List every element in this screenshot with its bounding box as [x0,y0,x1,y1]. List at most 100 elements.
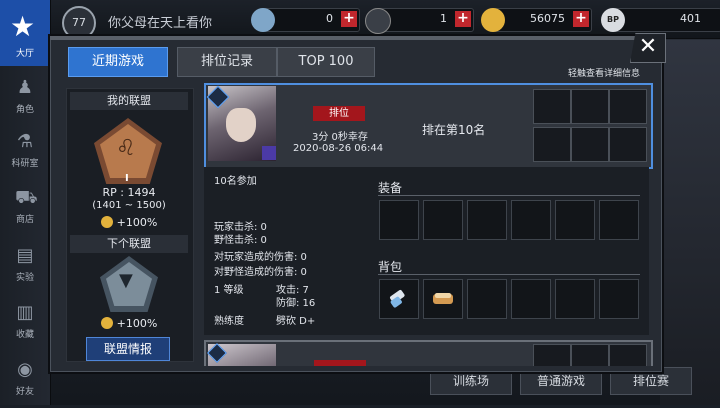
add-gold-button[interactable]: + [573,11,589,27]
team-slot [571,127,609,162]
nav-characters[interactable]: ♟ 角色 [0,70,50,126]
equipment-heading: 装备 [378,181,403,195]
equipment-divider [378,195,640,196]
match-card-next[interactable] [204,340,653,366]
wolf-icon: ▼ [119,270,133,291]
nav-friends[interactable]: ◉ 好友 [0,352,50,408]
add-crystal-button[interactable]: + [341,11,357,27]
bp-icon: BP [601,8,625,32]
bag-slot[interactable] [379,279,419,319]
mastery-label: 熟练度 [214,316,244,327]
bag-divider [378,274,640,275]
nav-lobby[interactable]: ★ 大厅 [0,0,50,66]
nav-experiment-label: 实验 [15,273,34,283]
coin-icon [100,317,113,329]
nav-shop-label: 商店 [15,215,34,225]
tab-top100[interactable]: TOP 100 [277,47,375,77]
books-icon: ▤ [16,245,34,266]
book-open-icon: ▥ [16,302,34,323]
bp-value: 401 [680,12,701,25]
equipment-slot[interactable] [423,200,463,240]
team-slot [533,89,571,124]
character-face [226,108,256,142]
equipment-slot[interactable] [511,200,551,240]
ranked-mode-badge: 排位 [313,106,365,121]
nav-lab-label: 科研室 [11,159,39,169]
character-level: 1 等级 [214,285,244,296]
monster-kills: 野怪击杀: 0 [214,235,267,246]
bonus-current: +100% [70,216,188,229]
right-background-art [660,40,720,405]
equipment-slot[interactable] [599,200,639,240]
nav-collection-label: 收藏 [15,330,34,340]
player-level-badge[interactable]: 77 [62,6,96,40]
equipment-slot[interactable] [467,200,507,240]
close-button[interactable]: ✕ [630,33,666,63]
team-slot [571,344,609,366]
cart-icon: ⛟ [15,187,38,208]
my-alliance-title: 我的联盟 [70,92,188,110]
participants: 10名参加 [214,176,257,187]
bag-slot[interactable] [467,279,507,319]
team-slot [571,89,609,124]
crystal-icon [251,8,275,32]
left-nav: ★ 大厅 ♟ 角色 ⚗ 科研室 ⛟ 商店 ▤ 实验 ▥ 收藏 ◉ 好友 [0,0,51,405]
defense-stat: 防御: 16 [276,298,316,309]
bread-icon [433,293,453,304]
resource-gold: 56075 + [481,8,592,32]
resource-bp: BP 401 [601,8,720,32]
bag-slot[interactable] [423,279,463,319]
ticket-icon [365,8,391,34]
tab-recent-games[interactable]: 近期游戏 [68,47,168,77]
team-slot [533,344,571,366]
survival-time: 3分 0秒幸存 [312,132,368,143]
ranked-mode-badge [314,360,366,366]
nav-shop[interactable]: ⛟ 商店 [0,180,50,236]
bag-slot[interactable] [555,279,595,319]
team-slot [533,127,571,162]
gold-value: 56075 [530,12,565,25]
nav-friends-label: 好友 [15,387,34,397]
rp-range: (1401 ~ 1500) [92,200,166,211]
bag-slot[interactable] [599,279,639,319]
close-icon: ✕ [638,34,658,59]
star-icon: ★ [10,10,36,43]
flask-icon: ⚗ [16,131,34,152]
next-alliance-title: 下个联盟 [70,235,188,253]
alliance-info-button[interactable]: 联盟情报 [86,337,170,361]
ticket-value: 1 [440,12,447,25]
bag-heading: 背包 [378,260,403,274]
placement: 排在第10名 [422,123,486,137]
character-icon: ♟ [16,77,34,98]
rank-tier: I [125,173,129,184]
player-name: 你父母在天上看你 [108,16,213,31]
nav-characters-label: 角色 [15,105,34,115]
resource-crystal: 0 + [251,8,360,32]
modal-top-strip [50,36,660,40]
tab-ranked-record[interactable]: 排位记录 [177,47,277,77]
weapon-icon [262,146,276,160]
equipment-slot[interactable] [555,200,595,240]
damage-to-players: 对玩家造成的伤害: 0 [214,252,307,263]
nav-collection[interactable]: ▥ 收藏 [0,295,50,351]
bag-slot[interactable] [511,279,551,319]
gold-coin-icon [481,8,505,32]
team-slot [609,127,647,162]
gamepad-icon: ◉ [17,359,33,380]
coin-icon [100,216,113,228]
match-datetime: 2020-08-26 06:44 [293,143,384,154]
crystal-value: 0 [326,12,333,25]
mastery-value: 劈砍 D+ [276,316,316,327]
nav-lab[interactable]: ⚗ 科研室 [0,124,50,180]
add-ticket-button[interactable]: + [455,11,471,27]
bottle-icon [390,290,405,308]
nav-lobby-label: 大厅 [15,49,34,59]
team-slot [609,344,647,366]
damage-to-monsters: 对野怪造成的伤害: 0 [214,267,307,278]
nav-experiment[interactable]: ▤ 实验 [0,238,50,294]
detail-hint: 轻触查看详细信息 [568,69,641,79]
team-slot [609,89,647,124]
equipment-slot[interactable] [379,200,419,240]
top-hud: 77 你父母在天上看你 0 + 1 + 56075 + BP 401 [0,0,720,40]
rp-value: RP : 1494 [102,186,156,199]
